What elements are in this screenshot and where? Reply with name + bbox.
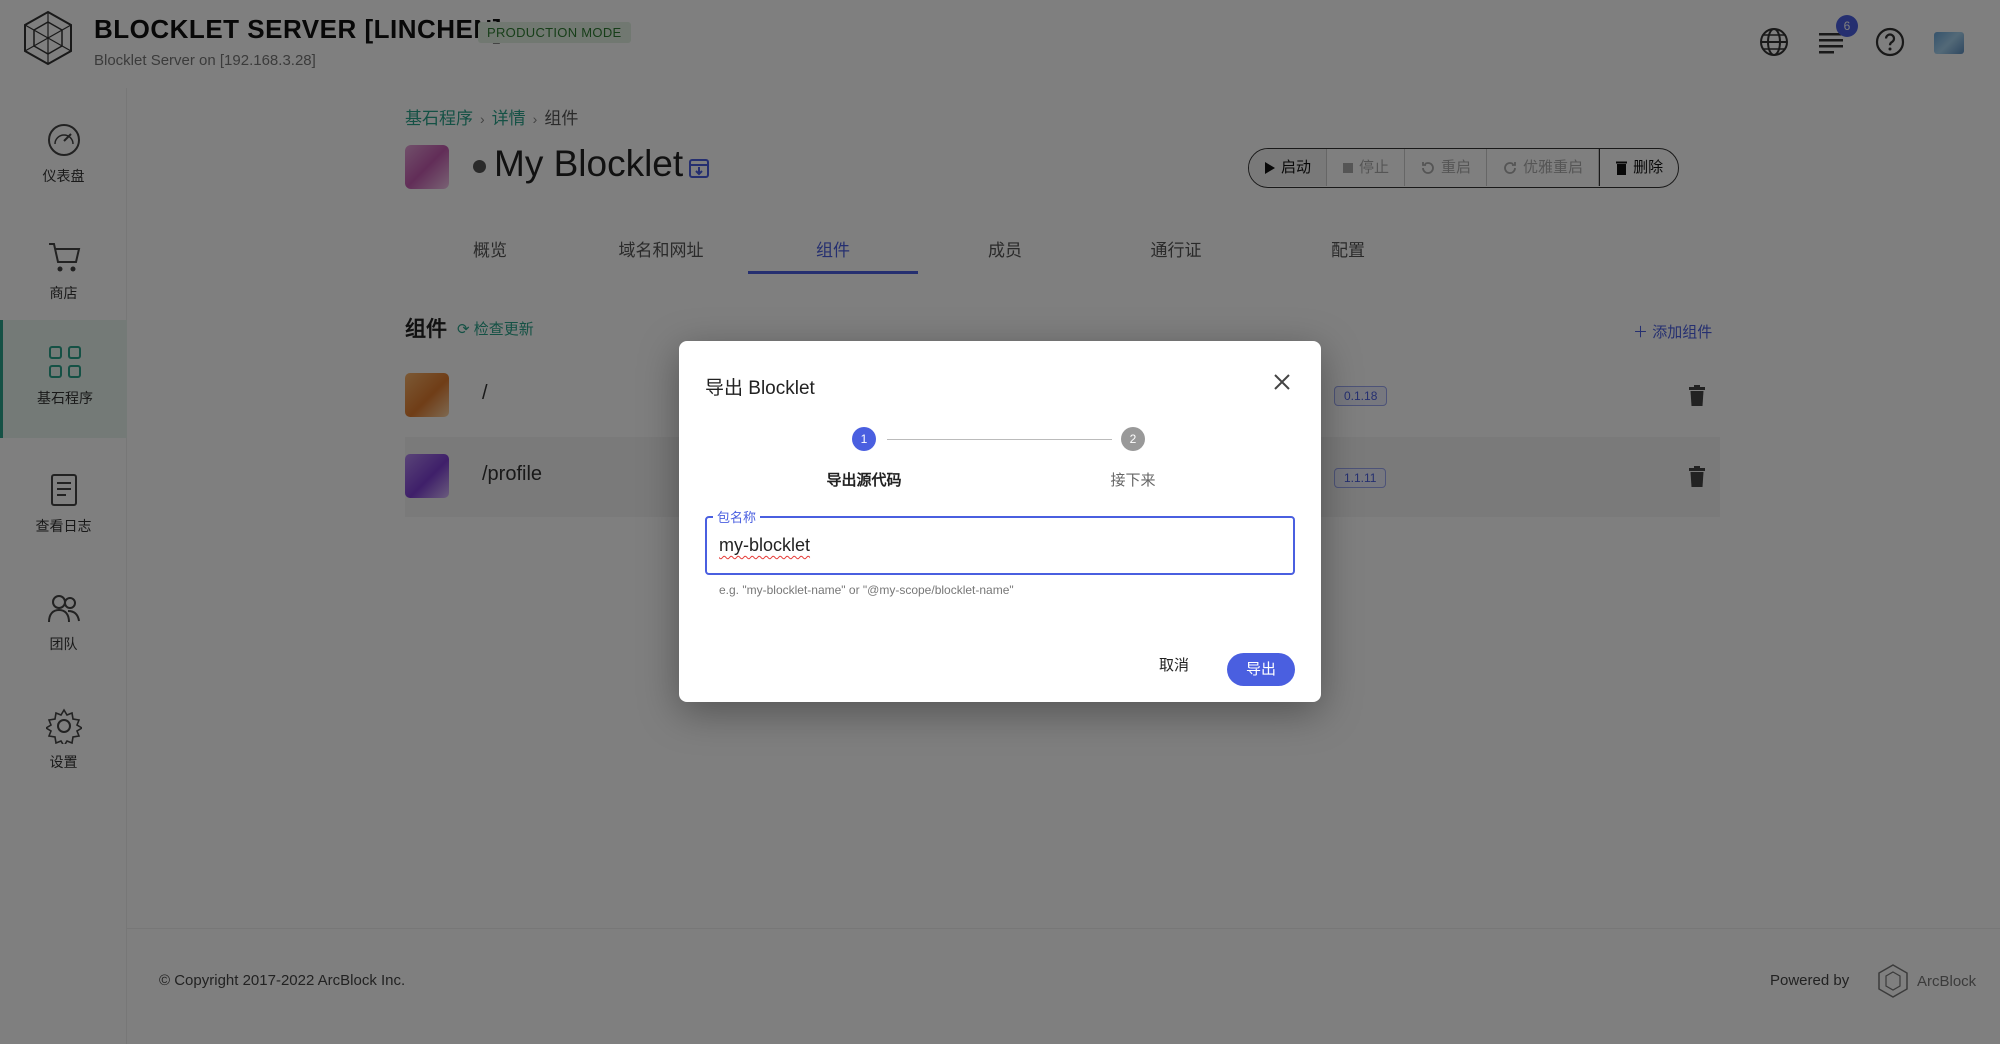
stepper-connector	[887, 439, 1112, 440]
close-icon[interactable]	[1271, 371, 1293, 393]
step-1-icon: 1	[852, 427, 876, 451]
export-button[interactable]: 导出	[1227, 653, 1295, 686]
step-2-label: 接下来	[1110, 472, 1156, 489]
package-name-hint: e.g. "my-blocklet-name" or "@my-scope/bl…	[719, 583, 1014, 597]
package-name-value[interactable]: my-blocklet	[719, 535, 810, 556]
package-name-label: 包名称	[713, 507, 761, 526]
dialog-title: 导出 Blocklet	[705, 378, 815, 399]
export-dialog: 导出 Blocklet 1 2 导出源代码 接下来 包名称 my-blockle…	[679, 341, 1321, 702]
cancel-button[interactable]: 取消	[1159, 654, 1189, 675]
step-2-icon: 2	[1121, 427, 1145, 451]
step-1-label: 导出源代码	[826, 472, 902, 489]
